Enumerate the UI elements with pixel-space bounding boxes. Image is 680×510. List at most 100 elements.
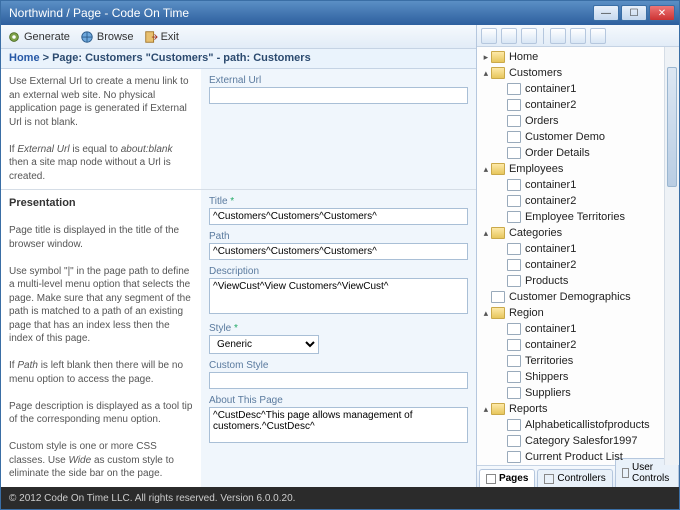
about-input[interactable]: ^CustDesc^This page allows management of… (209, 407, 468, 443)
path-input[interactable] (209, 243, 468, 260)
window-title: Northwind / Page - Code On Time (5, 6, 591, 20)
tree-node[interactable]: ▴Region (477, 305, 679, 321)
tree-node[interactable]: ▸Home (477, 49, 679, 65)
browse-button[interactable]: Browse (80, 30, 134, 44)
title-label: Title (209, 196, 468, 207)
style-select[interactable]: Generic (209, 335, 319, 354)
tree-label: container2 (523, 195, 576, 207)
external-url-input[interactable] (209, 87, 468, 104)
tree-node[interactable]: Customer Demo (477, 129, 679, 145)
tree-label: container1 (523, 243, 576, 255)
tree-tool-1[interactable] (481, 28, 497, 44)
page-icon (486, 474, 496, 484)
tree-tool-5[interactable] (570, 28, 586, 44)
tree-node[interactable]: container1 (477, 81, 679, 97)
tree-node[interactable]: container2 (477, 193, 679, 209)
tree-node[interactable]: Suppliers (477, 385, 679, 401)
scroll-thumb[interactable] (667, 67, 677, 187)
tree-node[interactable]: Territories (477, 353, 679, 369)
tree-tool-6[interactable] (590, 28, 606, 44)
tree-node[interactable]: container2 (477, 257, 679, 273)
expand-icon[interactable]: ▴ (481, 404, 491, 415)
tree-node[interactable]: Alphabeticallistofproducts (477, 417, 679, 433)
tree-node[interactable]: container1 (477, 321, 679, 337)
page-icon (507, 419, 521, 431)
folder-icon (491, 51, 505, 63)
tree-label: container1 (523, 83, 576, 95)
page-icon (507, 451, 521, 463)
title-input[interactable] (209, 208, 468, 225)
page-icon (507, 435, 521, 447)
form-area[interactable]: Use External Url to create a menu link t… (1, 69, 476, 487)
tree-node[interactable]: Employee Territories (477, 209, 679, 225)
presentation-heading: Presentation (9, 197, 76, 209)
tree-node[interactable]: Orders (477, 113, 679, 129)
description-label: Description (209, 266, 468, 277)
separator (543, 28, 544, 44)
breadcrumb-rest: > Page: Customers "Customers" - path: Cu… (40, 52, 311, 64)
tree-node[interactable]: ▴Customers (477, 65, 679, 81)
tree-node[interactable]: ▴Categories (477, 225, 679, 241)
main-toolbar: Generate Browse Exit (1, 25, 476, 49)
tree-tool-3[interactable] (521, 28, 537, 44)
external-url-label: External Url (209, 75, 468, 86)
page-icon (507, 355, 521, 367)
project-tree[interactable]: ▸Home▴Customerscontainer1container2Order… (477, 47, 679, 465)
close-button[interactable]: ✕ (649, 5, 675, 21)
expand-icon[interactable]: ▴ (481, 68, 491, 79)
about-label: About This Page (209, 395, 468, 406)
expand-icon[interactable]: ▴ (481, 308, 491, 319)
folder-icon (491, 67, 505, 79)
tree-node[interactable]: ▴ Employees (477, 161, 679, 177)
tree-label: Employees (507, 163, 563, 175)
exit-label: Exit (161, 31, 179, 43)
generate-button[interactable]: Generate (7, 30, 70, 44)
tree-node[interactable]: container2 (477, 337, 679, 353)
tree-label: Customer Demo (523, 131, 605, 143)
tab-pages[interactable]: Pages (479, 469, 535, 487)
page-icon (507, 195, 521, 207)
page-icon (507, 259, 521, 271)
tree-node[interactable]: container1 (477, 177, 679, 193)
tree-node[interactable]: Category Salesfor1997 (477, 433, 679, 449)
tree-label: Category Salesfor1997 (523, 435, 638, 447)
page-icon (507, 339, 521, 351)
page-icon (507, 131, 521, 143)
breadcrumb-home[interactable]: Home (9, 52, 40, 64)
tree-label: Employee Territories (523, 211, 625, 223)
expand-icon[interactable]: ▸ (481, 52, 491, 63)
tree-toolbar (477, 25, 679, 47)
page-icon (507, 147, 521, 159)
footer-text: © 2012 Code On Time LLC. All rights rese… (9, 493, 295, 504)
tab-controllers[interactable]: Controllers (537, 469, 612, 487)
expand-icon[interactable]: ▴ (481, 164, 491, 175)
right-pane: ▸Home▴Customerscontainer1container2Order… (477, 25, 679, 487)
tree-node[interactable]: container2 (477, 97, 679, 113)
folder-icon (491, 403, 505, 415)
browse-label: Browse (97, 31, 134, 43)
custom-style-input[interactable] (209, 372, 468, 389)
left-pane: Generate Browse Exit Home > Page: Custom… (1, 25, 477, 487)
tree-node[interactable]: ▴Reports (477, 401, 679, 417)
gear-icon (7, 30, 21, 44)
path-label: Path (209, 231, 468, 242)
folder-icon (491, 163, 505, 175)
tree-node[interactable]: Products (477, 273, 679, 289)
tree-label: Territories (523, 355, 573, 367)
tree-tool-2[interactable] (501, 28, 517, 44)
tree-tool-4[interactable] (550, 28, 566, 44)
tree-node[interactable]: container1 (477, 241, 679, 257)
tree-node[interactable]: Order Details (477, 145, 679, 161)
tree-scrollbar[interactable] (664, 47, 679, 465)
maximize-button[interactable]: ☐ (621, 5, 647, 21)
expand-icon[interactable]: ▴ (481, 228, 491, 239)
page-icon (507, 99, 521, 111)
tree-label: Alphabeticallistofproducts (523, 419, 650, 431)
tree-node[interactable]: Shippers (477, 369, 679, 385)
minimize-button[interactable]: — (593, 5, 619, 21)
tree-node[interactable]: Customer Demographics (477, 289, 679, 305)
tree-node[interactable]: Current Product List (477, 449, 679, 465)
tree-label: Customer Demographics (507, 291, 631, 303)
exit-button[interactable]: Exit (144, 30, 179, 44)
description-input[interactable]: ^ViewCust^View Customers^ViewCust^ (209, 278, 468, 314)
